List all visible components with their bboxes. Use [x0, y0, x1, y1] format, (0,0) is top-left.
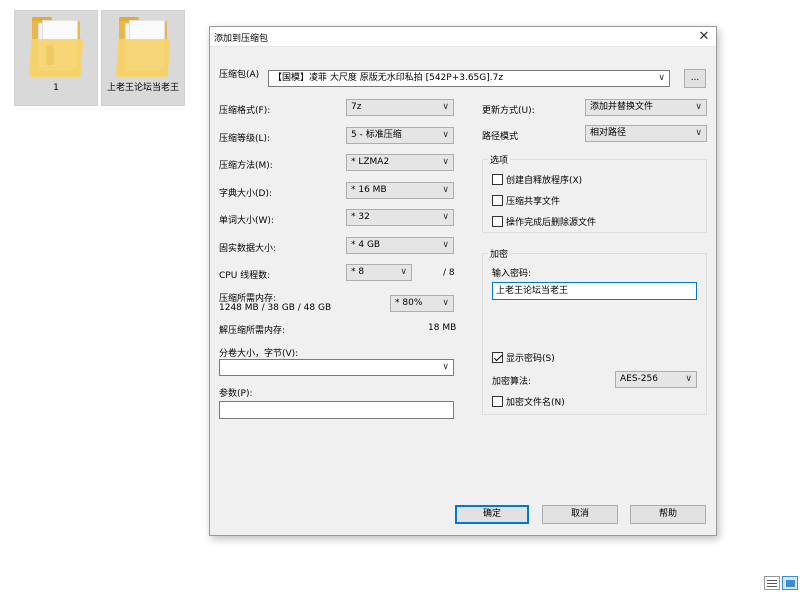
- dict-value: * 16 MB: [351, 185, 387, 195]
- chevron-down-icon: ∨: [658, 73, 665, 83]
- enc-method-select[interactable]: AES-256 ∨: [615, 371, 697, 388]
- format-value: 7z: [351, 102, 362, 112]
- dialog-title: 添加到压缩包: [214, 34, 269, 44]
- word-label: 单词大小(W):: [219, 216, 274, 226]
- chevron-down-icon: ∨: [442, 298, 449, 308]
- folder-icon: [28, 17, 84, 79]
- chevron-down-icon: ∨: [442, 130, 449, 140]
- path-mode-select[interactable]: 相对路径 ∨: [585, 125, 707, 142]
- word-select[interactable]: * 32 ∨: [346, 209, 454, 226]
- update-select[interactable]: 添加并替换文件 ∨: [585, 99, 707, 116]
- mem-value: 1248 MB / 38 GB / 48 GB: [219, 303, 332, 313]
- path-mode-label: 路径模式: [482, 132, 519, 142]
- decomp-label: 解压缩所需内存:: [219, 326, 286, 336]
- show-password-checkbox[interactable]: 显示密码(S): [492, 351, 555, 364]
- update-value: 添加并替换文件: [590, 102, 654, 112]
- view-toggle-group: [764, 576, 798, 590]
- split-label: 分卷大小，字节(V):: [219, 349, 299, 359]
- checkbox-checked-icon: [492, 352, 503, 363]
- cpu-total: / 8: [443, 268, 455, 278]
- chevron-down-icon: ∨: [442, 240, 449, 250]
- cpu-label: CPU 线程数:: [219, 271, 271, 281]
- browse-button[interactable]: ...: [684, 69, 706, 88]
- format-label: 压缩格式(F):: [219, 106, 271, 116]
- checkbox-icon: [492, 195, 503, 206]
- chevron-down-icon: ∨: [442, 102, 449, 112]
- format-select[interactable]: 7z ∨: [346, 99, 454, 116]
- chevron-down-icon: ∨: [442, 157, 449, 167]
- enc-method-value: AES-256: [620, 374, 658, 384]
- solid-value: * 4 GB: [351, 240, 381, 250]
- path-mode-value: 相对路径: [590, 128, 627, 138]
- folder-item-2[interactable]: 上老王论坛当老王: [101, 10, 185, 106]
- solid-label: 固实数据大小:: [219, 244, 277, 254]
- close-icon[interactable]: ✕: [696, 29, 712, 45]
- checkbox-icon: [492, 396, 503, 407]
- archive-label: 压缩包(A): [219, 70, 260, 80]
- mem-percent-value: * 80%: [395, 298, 423, 308]
- chevron-down-icon: ∨: [442, 362, 449, 372]
- archive-path-combo[interactable]: 【国模】凌菲 大尺度 原版无水印私拍 [542P+3.65G].7z ∨: [268, 70, 670, 87]
- archive-path-value: 【国模】凌菲 大尺度 原版无水印私拍 [542P+3.65G].7z: [273, 73, 504, 83]
- create-sfx-label: 创建自释放程序(X): [506, 176, 583, 186]
- folder-item-1[interactable]: 1: [14, 10, 98, 106]
- cpu-value: * 8: [351, 267, 365, 277]
- method-select[interactable]: * LZMA2 ∨: [346, 154, 454, 171]
- checkbox-icon: [492, 174, 503, 185]
- chevron-down-icon: ∨: [400, 267, 407, 277]
- params-label: 参数(P):: [219, 389, 253, 399]
- word-value: * 32: [351, 212, 370, 222]
- encrypt-names-label: 加密文件名(N): [506, 398, 565, 408]
- chevron-down-icon: ∨: [695, 128, 702, 138]
- chevron-down-icon: ∨: [685, 374, 692, 384]
- ok-button[interactable]: 确定: [455, 505, 529, 524]
- help-button[interactable]: 帮助: [630, 505, 706, 524]
- encrypt-names-checkbox[interactable]: 加密文件名(N): [492, 395, 565, 408]
- method-label: 压缩方法(M):: [219, 161, 273, 171]
- folder-label: 1: [53, 83, 59, 93]
- dict-label: 字典大小(D):: [219, 189, 272, 199]
- dict-select[interactable]: * 16 MB ∨: [346, 182, 454, 199]
- options-title: 选项: [488, 153, 511, 166]
- delete-after-checkbox[interactable]: 操作完成后删除源文件: [492, 215, 596, 228]
- chevron-down-icon: ∨: [442, 212, 449, 222]
- compress-shared-label: 压缩共享文件: [506, 197, 561, 207]
- create-sfx-checkbox[interactable]: 创建自释放程序(X): [492, 173, 582, 186]
- details-view-icon[interactable]: [764, 576, 780, 590]
- show-password-label: 显示密码(S): [506, 354, 555, 364]
- large-icons-view-icon[interactable]: [782, 576, 798, 590]
- delete-after-label: 操作完成后删除源文件: [506, 218, 597, 228]
- enc-method-label: 加密算法:: [492, 377, 532, 387]
- dialog-titlebar: 添加到压缩包 ✕: [210, 27, 716, 47]
- chevron-down-icon: ∨: [442, 185, 449, 195]
- add-to-archive-dialog: 添加到压缩包 ✕ 压缩包(A) 【国模】凌菲 大尺度 原版无水印私拍 [542P…: [209, 26, 717, 536]
- method-value: * LZMA2: [351, 157, 390, 167]
- password-label: 输入密码:: [492, 269, 532, 279]
- split-combo[interactable]: ∨: [219, 359, 454, 376]
- checkbox-icon: [492, 216, 503, 227]
- mem-percent-select[interactable]: * 80% ∨: [390, 295, 454, 312]
- decomp-value: 18 MB: [428, 323, 457, 333]
- level-value: 5 - 标准压缩: [351, 130, 402, 140]
- level-select[interactable]: 5 - 标准压缩 ∨: [346, 127, 454, 144]
- compress-shared-checkbox[interactable]: 压缩共享文件: [492, 194, 560, 207]
- update-label: 更新方式(U):: [482, 106, 535, 116]
- chevron-down-icon: ∨: [695, 102, 702, 112]
- level-label: 压缩等级(L):: [219, 134, 271, 144]
- solid-select[interactable]: * 4 GB ∨: [346, 237, 454, 254]
- cpu-select[interactable]: * 8 ∨: [346, 264, 412, 281]
- folder-icon: [115, 17, 171, 79]
- folder-label: 上老王论坛当老王: [106, 83, 179, 93]
- cancel-button[interactable]: 取消: [542, 505, 618, 524]
- encryption-title: 加密: [488, 247, 511, 260]
- password-input[interactable]: 上老王论坛当老王: [492, 282, 697, 300]
- params-input[interactable]: [219, 401, 454, 419]
